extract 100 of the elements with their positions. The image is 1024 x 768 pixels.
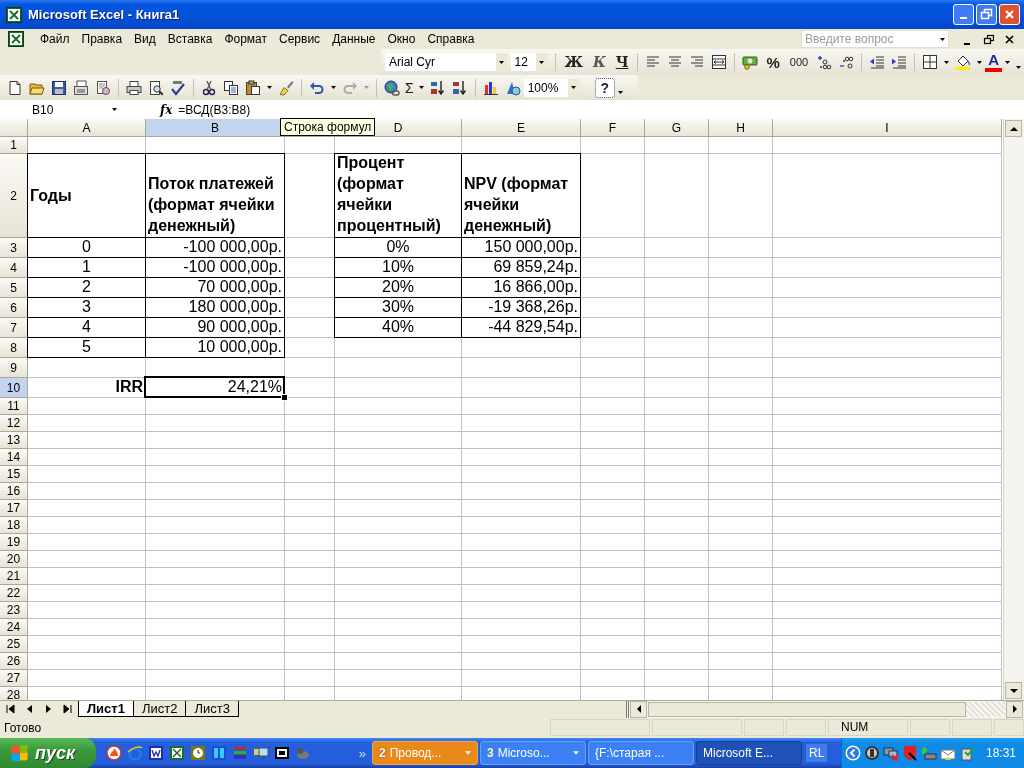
clock-icon[interactable] — [190, 745, 206, 761]
row-header[interactable]: 7 — [0, 318, 28, 338]
menu-item[interactable]: Сервис — [273, 32, 327, 46]
caret-icon[interactable] — [1005, 60, 1010, 64]
merge-cells-icon[interactable] — [711, 54, 728, 70]
autosum-button[interactable]: Σ — [403, 77, 416, 98]
percent-button[interactable]: % — [761, 52, 785, 72]
caret-icon[interactable] — [267, 86, 272, 89]
caret-icon[interactable] — [977, 60, 983, 64]
last-sheet-button[interactable] — [62, 703, 73, 715]
column-header[interactable]: I — [773, 119, 1002, 137]
globe-link-icon[interactable] — [384, 79, 400, 96]
row-header[interactable]: 14 — [0, 449, 28, 466]
permission-icon[interactable] — [95, 79, 111, 96]
caret-icon[interactable] — [331, 86, 336, 89]
caret-icon[interactable] — [1016, 66, 1021, 69]
row-header[interactable]: 12 — [0, 415, 28, 432]
archive-icon[interactable] — [274, 745, 290, 761]
row-header[interactable]: 25 — [0, 636, 28, 653]
help-button[interactable]: ? — [594, 77, 615, 98]
start-button[interactable]: пуск — [0, 738, 96, 768]
taskbar-button[interactable]: Microsoft E... — [696, 741, 802, 765]
borders-icon[interactable] — [922, 54, 939, 70]
device-icon[interactable] — [920, 745, 937, 761]
sheet-tab[interactable]: Лист1 — [78, 701, 134, 717]
column-header[interactable]: H — [709, 119, 773, 137]
chevron-icon[interactable] — [844, 745, 861, 761]
shield-icon[interactable] — [901, 745, 918, 761]
font-size-combo[interactable]: 12 — [510, 53, 548, 71]
menu-item[interactable]: Справка — [421, 32, 481, 46]
italic-button[interactable]: К — [587, 52, 611, 72]
menu-item[interactable]: Правка — [75, 32, 129, 46]
font-combo[interactable]: Arial Cyr — [385, 53, 508, 71]
thousands-button[interactable]: 000 — [784, 52, 814, 72]
caret-icon[interactable] — [617, 91, 623, 94]
name-box[interactable]: B10 — [0, 101, 120, 118]
align-right-icon[interactable] — [689, 54, 706, 70]
sheet-tab[interactable]: Лист2 — [132, 701, 187, 717]
row-header[interactable]: 18 — [0, 517, 28, 534]
network-icon[interactable] — [882, 745, 899, 761]
row-header[interactable]: 26 — [0, 653, 28, 670]
row-header[interactable]: 20 — [0, 551, 28, 568]
checklist-icon[interactable] — [958, 745, 975, 761]
book-icon[interactable] — [211, 745, 227, 761]
first-sheet-button[interactable] — [5, 703, 16, 715]
menu-item[interactable]: Вид — [128, 32, 162, 46]
workbook-icon[interactable] — [8, 31, 24, 47]
increase-decimal-icon[interactable] — [816, 54, 833, 70]
restore-button[interactable] — [983, 33, 994, 45]
cut-icon[interactable] — [201, 79, 217, 96]
column-header[interactable]: B — [146, 119, 285, 137]
column-header[interactable]: F — [581, 119, 645, 137]
row-header[interactable]: 22 — [0, 585, 28, 602]
spreadsheet-icon[interactable] — [169, 745, 185, 761]
scroll-thumb[interactable] — [648, 701, 966, 717]
new-document-icon[interactable] — [7, 79, 23, 96]
taskbar-button[interactable]: 3 Microso... — [480, 741, 586, 765]
bar-chart-icon[interactable] — [482, 79, 499, 96]
menu-item[interactable]: Формат — [218, 32, 274, 46]
column-header[interactable]: E — [462, 119, 581, 137]
language-indicator[interactable]: RL — [806, 744, 828, 762]
caret-icon[interactable] — [499, 60, 505, 64]
row-header[interactable]: 17 — [0, 500, 28, 517]
column-header[interactable]: A — [28, 119, 146, 137]
row-header[interactable]: 24 — [0, 619, 28, 636]
scroll-left-button[interactable] — [630, 700, 647, 718]
row-header[interactable]: 5 — [0, 278, 28, 298]
menu-item[interactable]: Данные — [326, 32, 382, 46]
document-icon[interactable] — [148, 745, 164, 761]
row-header[interactable]: 1 — [0, 137, 28, 154]
row-header[interactable]: 21 — [0, 568, 28, 585]
money-icon[interactable] — [742, 54, 759, 70]
decrease-decimal-icon[interactable] — [838, 54, 855, 70]
align-center-icon[interactable] — [667, 54, 684, 70]
row-header[interactable]: 11 — [0, 398, 28, 415]
font-color-button[interactable]: A — [985, 52, 1002, 72]
vertical-scrollbar[interactable] — [1003, 119, 1024, 700]
row-header[interactable]: 4 — [0, 258, 28, 278]
brush-icon[interactable] — [278, 79, 294, 96]
caret-icon[interactable] — [944, 60, 950, 64]
browser-icon[interactable] — [127, 745, 143, 761]
row-header[interactable]: 15 — [0, 466, 28, 483]
sort-ascending-icon[interactable] — [429, 79, 446, 96]
bold-button[interactable]: Ж — [559, 52, 588, 72]
scroll-right-button[interactable] — [1006, 700, 1023, 718]
sheet-tab[interactable]: Лист3 — [185, 701, 239, 717]
column-header[interactable]: G — [645, 119, 709, 137]
flame-icon[interactable] — [106, 745, 122, 761]
increase-indent-icon[interactable] — [891, 54, 908, 70]
paste-icon[interactable] — [245, 79, 261, 96]
gear-icon[interactable] — [863, 745, 880, 761]
caret-icon[interactable] — [539, 60, 545, 64]
row-header[interactable]: 9 — [0, 358, 28, 378]
underline-button[interactable]: Ч — [610, 52, 634, 72]
decrease-indent-icon[interactable] — [869, 54, 886, 70]
caret-icon[interactable] — [418, 86, 424, 89]
save-icon[interactable] — [51, 79, 67, 96]
row-header[interactable]: 3 — [0, 238, 28, 258]
row-header[interactable]: 2 — [0, 154, 28, 238]
fill-handle[interactable] — [281, 394, 288, 401]
